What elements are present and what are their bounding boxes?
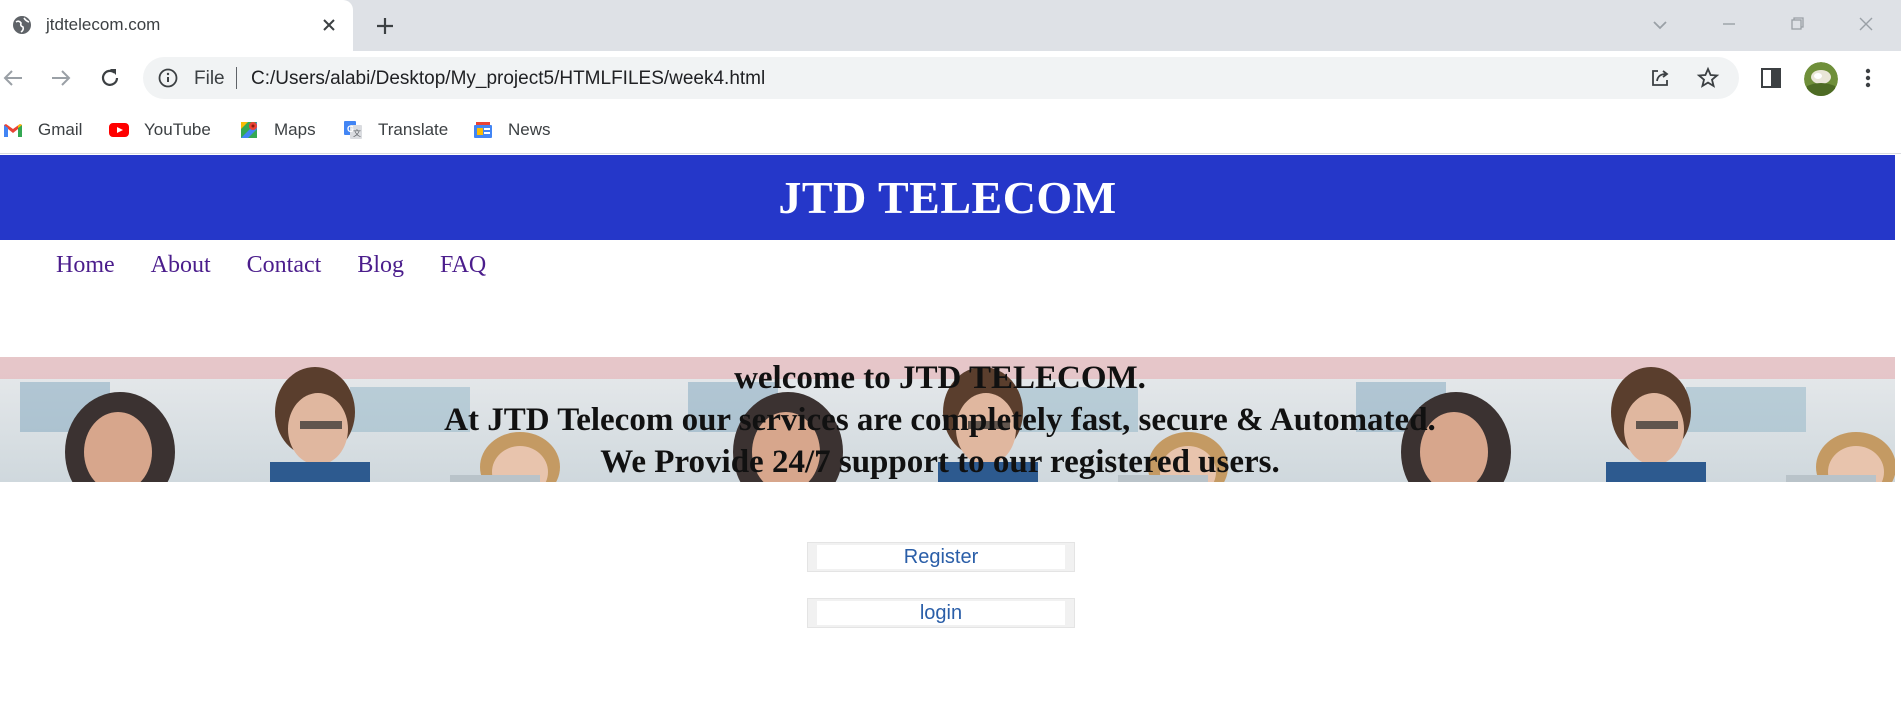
reload-icon[interactable] — [96, 64, 124, 92]
close-window-icon[interactable] — [1853, 11, 1879, 37]
svg-text:文: 文 — [353, 128, 361, 138]
page-viewport: JTD TELECOM Home About Contact Blog FAQ — [0, 155, 1901, 706]
browser-tab[interactable]: jtdtelecom.com — [0, 0, 353, 51]
nav-link-faq[interactable]: FAQ — [440, 252, 486, 279]
bookmark-maps[interactable]: Maps — [238, 116, 316, 144]
url-text[interactable]: C:/Users/alabi/Desktop/My_project5/HTMLF… — [251, 68, 765, 90]
tab-title: jtdtelecom.com — [46, 15, 161, 34]
address-bar[interactable]: File C:/Users/alabi/Desktop/My_project5/… — [143, 57, 1739, 99]
bookmark-label: News — [508, 120, 551, 139]
new-tab-icon[interactable] — [372, 13, 398, 39]
forward-arrow-icon[interactable] — [47, 64, 75, 92]
gmail-icon — [4, 124, 22, 137]
site-title: JTD TELECOM — [778, 172, 1117, 223]
star-icon[interactable] — [1696, 66, 1720, 90]
bookmark-youtube[interactable]: YouTube — [108, 116, 211, 144]
hero-tagline: At JTD Telecom our services are complete… — [444, 402, 1436, 438]
share-icon[interactable] — [1648, 66, 1672, 90]
bookmarks-bar: Gmail YouTube Maps G 文 Translate News — [0, 106, 1901, 154]
news-icon — [474, 122, 492, 138]
bookmark-label: YouTube — [144, 120, 211, 139]
register-button[interactable]: Register — [817, 545, 1065, 569]
restore-icon[interactable] — [1784, 11, 1810, 37]
hero-welcome: welcome to JTD TELECOM. — [734, 360, 1146, 396]
minimize-icon[interactable] — [1716, 11, 1742, 37]
tab-strip: jtdtelecom.com — [0, 0, 1901, 51]
site-header: JTD TELECOM — [0, 155, 1895, 240]
login-button[interactable]: login — [817, 601, 1065, 625]
bookmark-news[interactable]: News — [472, 116, 551, 144]
close-tab-icon[interactable] — [318, 14, 340, 36]
nav-link-about[interactable]: About — [151, 252, 211, 279]
address-divider — [236, 67, 237, 89]
globe-icon — [13, 16, 31, 34]
bookmark-gmail[interactable]: Gmail — [2, 116, 82, 144]
maps-icon — [241, 122, 257, 138]
nav-link-blog[interactable]: Blog — [357, 252, 404, 279]
menu-icon[interactable] — [1855, 65, 1881, 91]
bookmark-translate[interactable]: G 文 Translate — [342, 116, 448, 144]
nav-link-contact[interactable]: Contact — [247, 252, 322, 279]
site-nav: Home About Contact Blog FAQ — [56, 252, 486, 279]
info-icon[interactable] — [157, 67, 179, 89]
bookmark-label: Maps — [274, 120, 316, 139]
register-button-frame: Register — [807, 542, 1075, 572]
page-scrollbar[interactable] — [1895, 155, 1901, 706]
hero-support: We Provide 24/7 support to our registere… — [600, 444, 1280, 480]
profile-avatar[interactable] — [1804, 62, 1838, 96]
hero-text: welcome to JTD TELECOM. At JTD Telecom o… — [0, 357, 1880, 482]
login-button-frame: login — [807, 598, 1075, 628]
chevron-down-icon[interactable] — [1648, 13, 1672, 37]
translate-icon: G 文 — [344, 121, 362, 139]
bookmark-label: Translate — [378, 120, 449, 139]
youtube-icon — [109, 123, 129, 137]
back-arrow-icon[interactable] — [0, 64, 28, 92]
browser-toolbar: File C:/Users/alabi/Desktop/My_project5/… — [0, 51, 1901, 106]
scheme-label: File — [194, 68, 225, 89]
nav-link-home[interactable]: Home — [56, 252, 115, 279]
hero-banner: welcome to JTD TELECOM. At JTD Telecom o… — [0, 357, 1895, 482]
bookmark-label: Gmail — [38, 120, 83, 139]
side-panel-icon[interactable] — [1758, 65, 1784, 91]
